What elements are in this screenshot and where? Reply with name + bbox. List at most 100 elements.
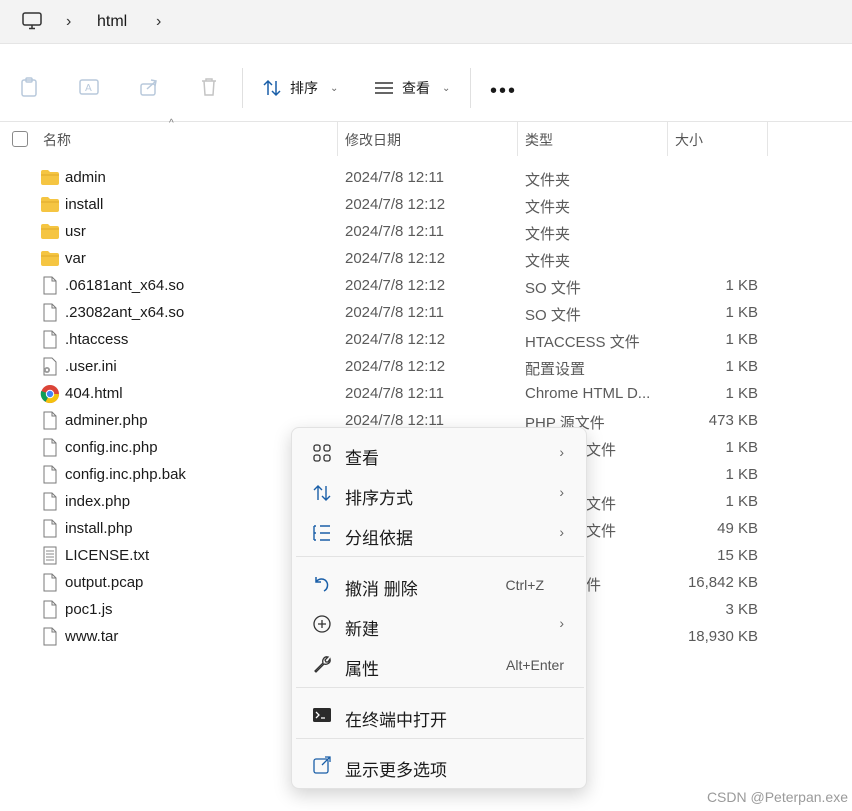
chevron-down-icon: ⌄ bbox=[442, 82, 451, 94]
file-size: 1 KB bbox=[725, 277, 758, 294]
select-all-checkbox[interactable] bbox=[12, 131, 28, 147]
undo-icon bbox=[315, 577, 329, 592]
file-date: 2024/7/8 12:12 bbox=[345, 250, 446, 267]
file-name: 404.html bbox=[65, 385, 123, 402]
file-icon bbox=[40, 438, 60, 457]
column-divider[interactable] bbox=[517, 122, 518, 156]
breadcrumb-current[interactable]: html bbox=[97, 13, 127, 31]
file-name: install.php bbox=[65, 520, 133, 537]
file-row[interactable]: .06181ant_x64.so 2024/7/8 12:12 SO 文件 1 KB bbox=[0, 272, 852, 299]
folder-icon bbox=[40, 168, 60, 187]
toolbar-divider bbox=[470, 68, 471, 108]
terminal-icon bbox=[313, 708, 331, 722]
file-date: 2024/7/8 12:11 bbox=[345, 223, 444, 240]
file-row[interactable]: install 2024/7/8 12:12 文件夹 bbox=[0, 191, 852, 218]
column-type[interactable]: 类型 bbox=[525, 130, 553, 150]
file-name: admin bbox=[65, 169, 106, 186]
menu-item-group[interactable]: 分组依据 › bbox=[296, 515, 584, 551]
chevron-right-icon[interactable]: › bbox=[156, 13, 161, 31]
column-size[interactable]: 大小 bbox=[675, 130, 703, 150]
file-size: 473 KB bbox=[708, 412, 758, 429]
file-name: LICENSE.txt bbox=[65, 547, 150, 564]
svg-text:A: A bbox=[85, 83, 92, 94]
column-divider[interactable] bbox=[667, 122, 668, 156]
file-size: 1 KB bbox=[725, 439, 758, 456]
file-name: install bbox=[65, 196, 104, 213]
open-external-icon bbox=[313, 756, 331, 774]
folder-icon bbox=[40, 249, 60, 268]
file-name: var bbox=[65, 250, 86, 267]
paste-icon[interactable] bbox=[18, 76, 40, 98]
file-date: 2024/7/8 12:11 bbox=[345, 385, 444, 402]
menu-item-properties[interactable]: 属性 Alt+Enter bbox=[296, 646, 584, 682]
file-size: 1 KB bbox=[725, 493, 758, 510]
menu-label: 撤消 删除 bbox=[345, 580, 418, 599]
file-name: usr bbox=[65, 223, 86, 240]
file-type: SO 文件 bbox=[525, 280, 581, 297]
menu-item-undo[interactable]: 撤消 删除 Ctrl+Z bbox=[296, 566, 584, 602]
settings-file-icon bbox=[40, 357, 60, 376]
file-size: 15 KB bbox=[717, 547, 758, 564]
menu-separator bbox=[296, 738, 584, 739]
column-name[interactable]: 名称 bbox=[43, 130, 71, 150]
chevron-right-icon: › bbox=[559, 484, 564, 500]
file-icon bbox=[40, 276, 60, 295]
chevron-right-icon[interactable]: › bbox=[66, 13, 71, 31]
view-button[interactable]: 查看 ⌄ bbox=[374, 76, 450, 100]
file-row[interactable]: .23082ant_x64.so 2024/7/8 12:11 SO 文件 1 KB bbox=[0, 299, 852, 326]
menu-item-more-options[interactable]: 显示更多选项 bbox=[296, 747, 584, 783]
address-bar: › html › bbox=[0, 0, 852, 44]
delete-icon[interactable] bbox=[198, 76, 220, 98]
file-type: 文件夹 bbox=[525, 253, 571, 270]
file-date: 2024/7/8 12:12 bbox=[345, 331, 446, 348]
chrome-icon bbox=[40, 384, 60, 404]
folder-icon bbox=[40, 195, 60, 214]
file-type: 文件夹 bbox=[525, 172, 571, 189]
file-row[interactable]: .user.ini 2024/7/8 12:12 配置设置 1 KB bbox=[0, 353, 852, 380]
grid-icon bbox=[313, 444, 331, 462]
menu-item-view[interactable]: 查看 › bbox=[296, 435, 584, 471]
file-icon bbox=[40, 465, 60, 484]
share-icon[interactable] bbox=[138, 76, 160, 98]
file-name: poc1.js bbox=[65, 601, 113, 618]
file-row[interactable]: usr 2024/7/8 12:11 文件夹 bbox=[0, 218, 852, 245]
sort-icon bbox=[313, 485, 331, 501]
chevron-down-icon: ⌄ bbox=[330, 82, 339, 94]
file-date: 2024/7/8 12:11 bbox=[345, 169, 444, 186]
file-name: .htaccess bbox=[65, 331, 129, 348]
menu-item-new[interactable]: 新建 › bbox=[296, 606, 584, 642]
file-row[interactable]: .htaccess 2024/7/8 12:12 HTACCESS 文件 1 KB bbox=[0, 326, 852, 353]
column-divider[interactable] bbox=[337, 122, 338, 156]
rename-icon[interactable]: A bbox=[78, 76, 100, 98]
file-row[interactable]: var 2024/7/8 12:12 文件夹 bbox=[0, 245, 852, 272]
more-options-button[interactable]: ••• bbox=[490, 80, 517, 103]
toolbar-divider bbox=[242, 68, 243, 108]
column-divider[interactable] bbox=[767, 122, 768, 156]
file-name: adminer.php bbox=[65, 412, 148, 429]
menu-item-sort[interactable]: 排序方式 › bbox=[296, 475, 584, 511]
file-icon bbox=[40, 519, 60, 538]
file-row[interactable]: 404.html 2024/7/8 12:11 Chrome HTML D... 1 … bbox=[0, 380, 852, 407]
file-type: HTACCESS 文件 bbox=[525, 334, 640, 351]
file-name: .user.ini bbox=[65, 358, 117, 375]
file-icon bbox=[40, 600, 60, 619]
menu-separator bbox=[296, 687, 584, 688]
file-row[interactable]: admin 2024/7/8 12:11 文件夹 bbox=[0, 164, 852, 191]
file-size: 1 KB bbox=[725, 385, 758, 402]
view-list-icon bbox=[375, 82, 393, 94]
menu-item-terminal[interactable]: 在终端中打开 bbox=[296, 697, 584, 733]
file-size: 18,930 KB bbox=[687, 628, 758, 645]
menu-label: 在终端中打开 bbox=[345, 711, 447, 730]
column-modified[interactable]: 修改日期 bbox=[345, 130, 401, 150]
file-type: 文件 bbox=[586, 442, 617, 459]
add-circle-icon bbox=[313, 615, 331, 633]
computer-icon[interactable] bbox=[22, 12, 42, 30]
sort-ascending-icon: ^ bbox=[169, 118, 174, 129]
sort-button[interactable]: 排序 ⌄ bbox=[262, 76, 338, 100]
shortcut-label: Ctrl+Z bbox=[505, 577, 545, 593]
file-size: 3 KB bbox=[725, 601, 758, 618]
file-name: .23082ant_x64.so bbox=[65, 304, 185, 321]
sort-label: 排序 bbox=[290, 80, 318, 96]
file-size: 1 KB bbox=[725, 466, 758, 483]
chevron-right-icon: › bbox=[559, 615, 564, 631]
